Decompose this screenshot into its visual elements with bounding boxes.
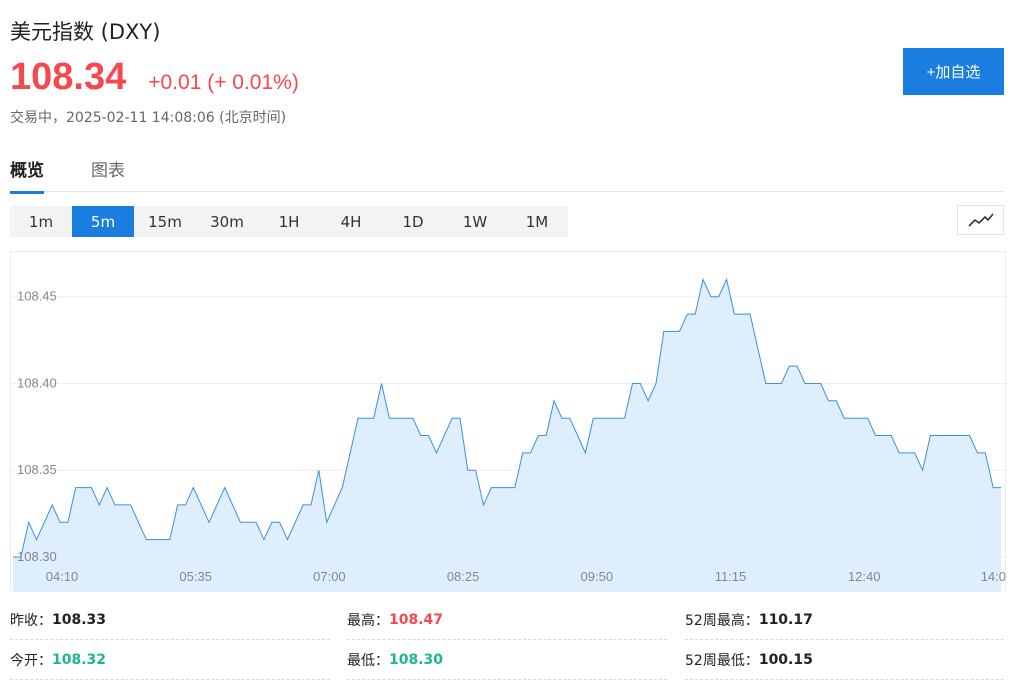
stat-low: 最低： 108.30 [347, 640, 667, 680]
add-watchlist-button[interactable]: +加自选 [903, 48, 1004, 95]
stat-label: 52周最高： [685, 612, 759, 629]
stat-52w-high: 52周最高： 110.17 [685, 600, 1004, 640]
tab-overview[interactable]: 概览 [10, 156, 44, 194]
stat-value: 108.32 [52, 651, 107, 668]
stat-open: 今开： 108.32 [10, 640, 330, 680]
instrument-title: 美元指数 (DXY) [10, 20, 161, 44]
current-price: 108.34 [10, 56, 127, 98]
line-chart-icon [967, 213, 994, 227]
period-1w[interactable]: 1W [444, 206, 506, 237]
stat-prev-close: 昨收： 108.33 [10, 600, 330, 640]
price-change: +0.01 (+ 0.01%) [148, 71, 299, 94]
y-tick-label: 108.30 [17, 549, 57, 564]
stat-label: 昨收： [10, 612, 52, 629]
x-tick-label: 04:10 [46, 569, 79, 584]
stat-label: 52周最低： [685, 652, 759, 669]
stat-high: 最高： 108.47 [347, 600, 667, 640]
x-tick-label: 07:00 [313, 569, 346, 584]
price-row: 108.34 +0.01 (+ 0.01%) [10, 56, 299, 99]
x-tick-label: 09:50 [581, 569, 614, 584]
tab-bar: 概览 图表 [10, 152, 1004, 194]
period-1h[interactable]: 1H [258, 206, 320, 237]
y-tick-label: 108.40 [17, 375, 57, 390]
stat-value: 108.33 [52, 611, 107, 628]
x-tick-label: 08:25 [447, 569, 480, 584]
y-tick-label: 108.35 [17, 462, 57, 477]
period-4h[interactable]: 4H [320, 206, 382, 237]
price-area [13, 279, 1001, 592]
stat-label: 最高： [347, 612, 389, 629]
period-1mo[interactable]: 1M [506, 206, 568, 237]
price-chart-svg: 108.30 108.35 108.40 108.45 04:10 05:35 07:00 0… [11, 277, 1007, 592]
tab-chart[interactable]: 图表 [91, 156, 125, 191]
period-30m[interactable]: 30m [196, 206, 258, 237]
period-15m[interactable]: 15m [134, 206, 196, 237]
price-chart[interactable]: 108.30 108.35 108.40 108.45 04:10 05:35 07:00 0… [10, 251, 1007, 592]
x-tick-label: 11:15 [715, 569, 747, 584]
stat-label: 最低： [347, 652, 389, 669]
x-tick-label: 05:35 [179, 569, 212, 584]
period-5m[interactable]: 5m [72, 206, 134, 237]
chart-type-button[interactable] [957, 205, 1004, 235]
period-1m[interactable]: 1m [10, 206, 72, 237]
trading-status: 交易中，2025-02-11 14:08:06 (北京时间) [10, 110, 287, 126]
x-tick-label: 12:40 [848, 569, 881, 584]
period-selector: 1m 5m 15m 30m 1H 4H 1D 1W 1M [10, 206, 568, 237]
stat-52w-low: 52周最低： 100.15 [685, 640, 1004, 680]
stat-label: 今开： [10, 652, 52, 669]
x-tick-label: 14:0 [981, 569, 1006, 584]
stat-value: 110.17 [758, 611, 813, 628]
period-1d[interactable]: 1D [382, 206, 444, 237]
stat-value: 108.47 [389, 611, 444, 628]
y-tick-label: 108.45 [17, 289, 57, 304]
stat-value: 108.30 [389, 651, 444, 668]
stat-value: 100.15 [758, 651, 813, 668]
